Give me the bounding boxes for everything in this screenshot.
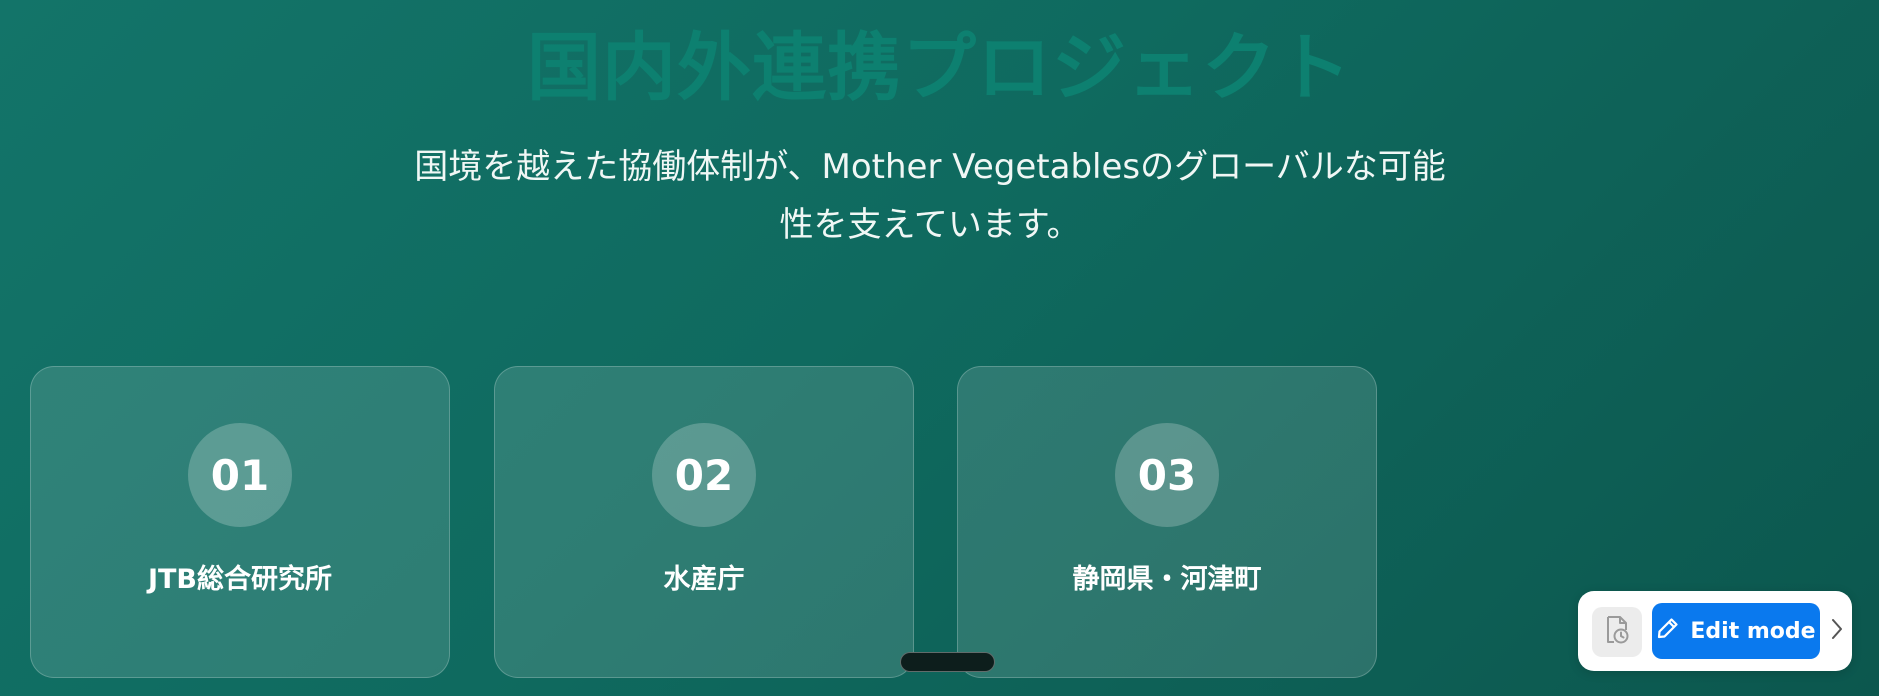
edit-mode-button[interactable]: Edit mode <box>1652 603 1820 659</box>
collapse-toolbar-button[interactable] <box>1828 615 1846 647</box>
chevron-right-icon <box>1831 618 1843 644</box>
partner-card-3: 03 静岡県・河津町 <box>957 366 1377 678</box>
partner-name: 水産庁 <box>663 564 745 595</box>
page-title: 国内外連携プロジェクト <box>527 25 1352 111</box>
partner-name: JTB総合研究所 <box>147 564 333 595</box>
partner-number-badge: 02 <box>652 423 756 527</box>
partner-number-badge: 01 <box>188 423 292 527</box>
edit-toolbar: Edit mode <box>1578 591 1852 671</box>
pencil-icon <box>1656 616 1680 646</box>
history-button[interactable] <box>1592 607 1642 657</box>
partner-name: 静岡県・河津町 <box>1072 564 1262 595</box>
partner-card-1: 01 JTB総合研究所 <box>30 366 450 678</box>
scroll-indicator[interactable] <box>900 652 995 672</box>
edit-mode-label: Edit mode <box>1690 618 1816 644</box>
page-subtitle: 国境を越えた協働体制が、Mother Vegetablesのグローバルな可能性を… <box>414 147 1446 245</box>
file-history-icon <box>1603 615 1631 649</box>
partner-number-badge: 03 <box>1115 423 1219 527</box>
partner-card-2: 02 水産庁 <box>494 366 914 678</box>
